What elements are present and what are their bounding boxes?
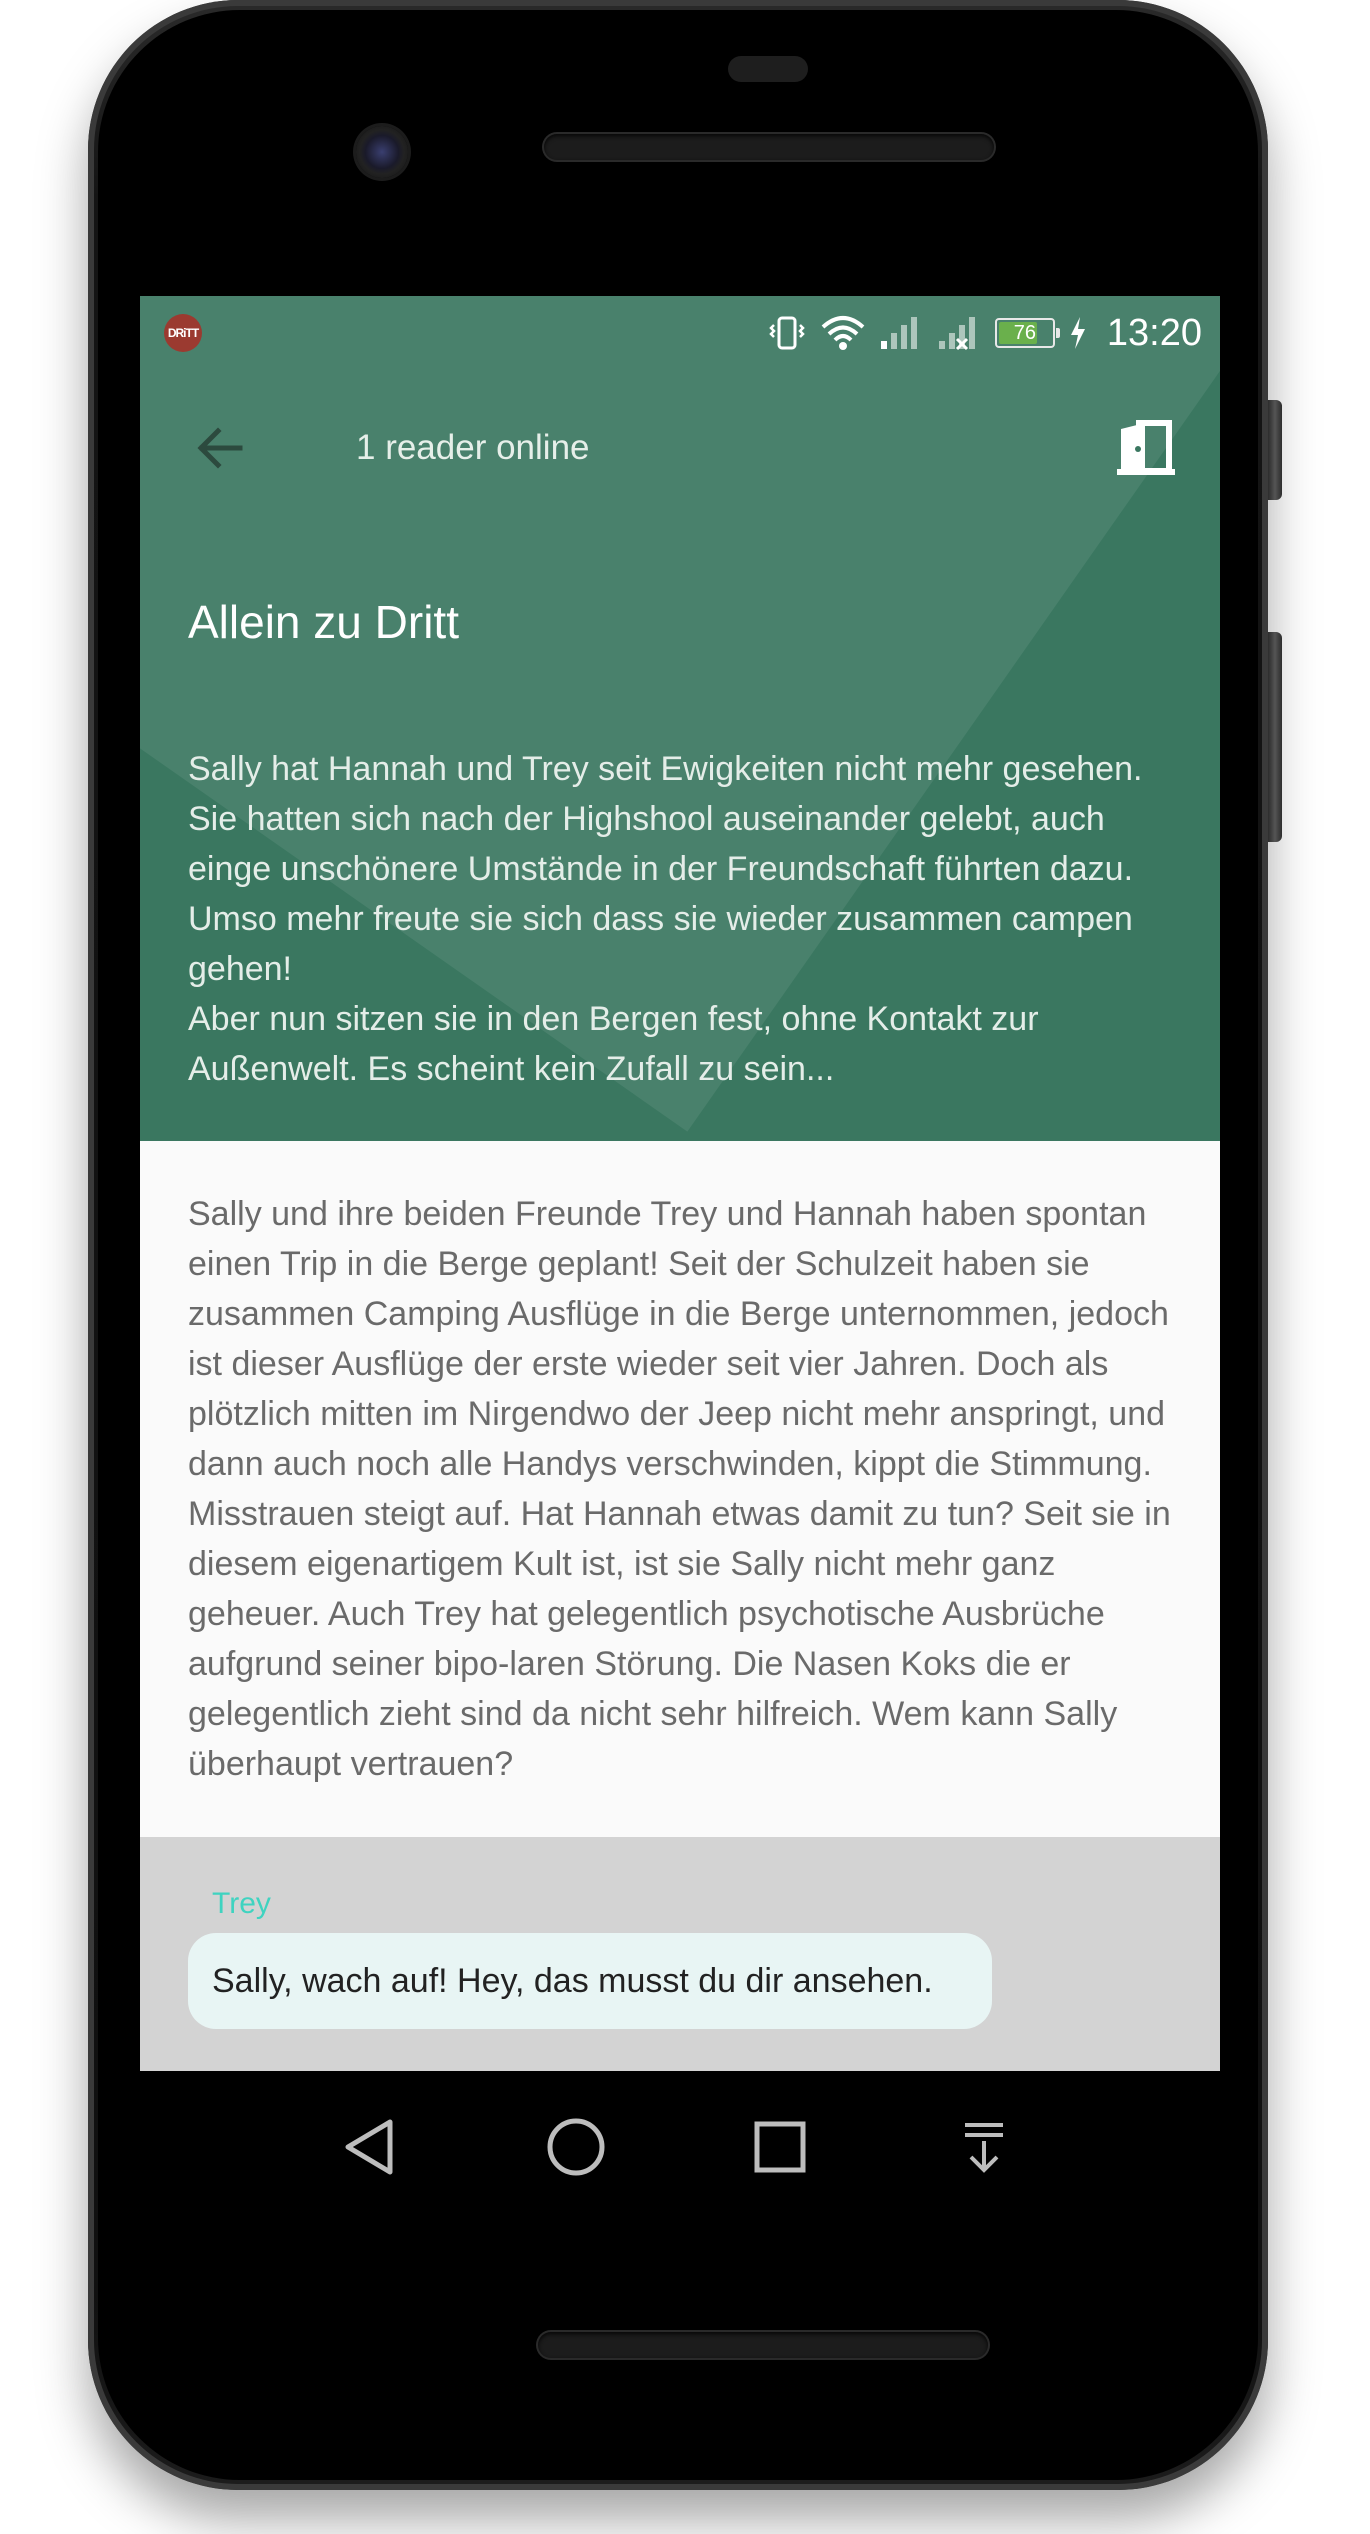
nav-home-button[interactable] <box>536 2107 616 2187</box>
chat-area[interactable]: Trey Sally, wach auf! Hey, das musst du … <box>140 1837 1220 2071</box>
notification-pulldown-icon <box>965 2123 1003 2173</box>
wifi-icon <box>821 315 865 351</box>
home-circle-icon <box>547 2118 605 2176</box>
signal-no-service-icon <box>937 315 981 351</box>
vibrate-icon <box>767 314 807 352</box>
battery-level: 76 <box>1013 322 1037 344</box>
recents-square-icon <box>754 2121 806 2173</box>
nav-notifications-button[interactable] <box>944 2107 1024 2187</box>
back-triangle-icon <box>345 2119 393 2175</box>
battery-icon: 76 <box>994 318 1060 348</box>
message-sender: Trey <box>212 1887 271 1920</box>
status-time: 13:20 <box>1106 311 1202 354</box>
app-notification-icon: DRiTT <box>164 314 202 352</box>
nav-back-button[interactable] <box>330 2107 410 2187</box>
status-bar: DRiTT 76 13:20 <box>140 296 1220 370</box>
toolbar: 1 reader online <box>140 370 1220 526</box>
arrow-left-icon <box>197 427 243 469</box>
story-header: DRiTT 76 13:20 1 reader online Allein zu… <box>140 296 1220 1141</box>
reader-count-title: 1 reader online <box>356 428 590 467</box>
power-button <box>1268 400 1282 500</box>
volume-button <box>1268 632 1282 842</box>
status-icons: 76 13:20 <box>767 296 1202 370</box>
story-description: Sally hat Hannah und Trey seit Ewigkeite… <box>188 750 1143 1088</box>
app-screen: DRiTT 76 13:20 1 reader online Allein zu… <box>140 296 1220 2071</box>
exit-door-icon <box>1117 420 1175 475</box>
charging-icon <box>1069 315 1087 351</box>
story-intro-text: Sally und ihre beiden Freunde Trey und H… <box>188 1195 1171 1783</box>
back-button[interactable] <box>184 412 256 484</box>
front-camera <box>356 126 408 178</box>
story-title: Allein zu Dritt <box>188 596 459 648</box>
exit-button[interactable] <box>1106 408 1186 488</box>
nav-recents-button[interactable] <box>740 2107 820 2187</box>
earpiece-speaker <box>544 134 994 160</box>
message-bubble[interactable]: Sally, wach auf! Hey, das musst du dir a… <box>188 1933 992 2029</box>
android-navigation-bar <box>140 2071 1220 2221</box>
signal-icon <box>879 315 923 351</box>
bottom-speaker <box>538 2332 988 2358</box>
proximity-sensor <box>728 56 808 82</box>
